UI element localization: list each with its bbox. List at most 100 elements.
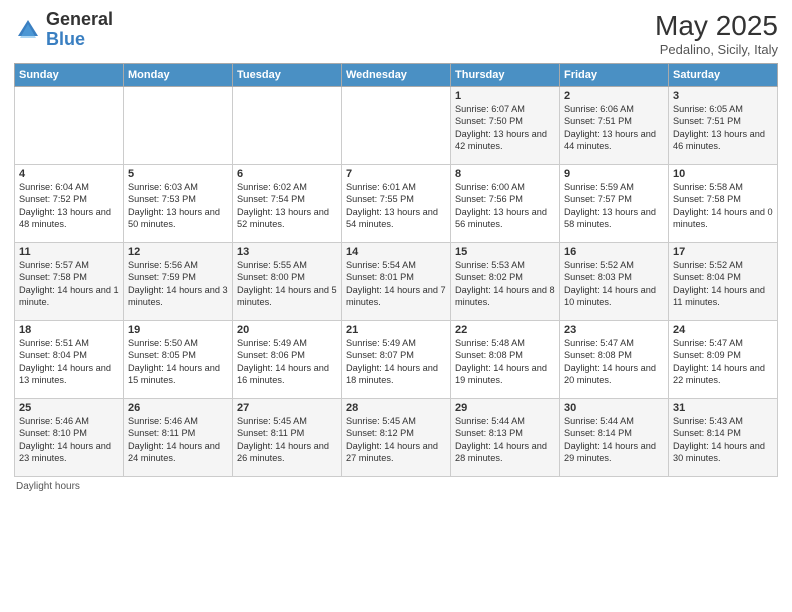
table-row: 23Sunrise: 5:47 AM Sunset: 8:08 PM Dayli… [560, 321, 669, 399]
logo-text: General Blue [46, 10, 113, 50]
logo: General Blue [14, 10, 113, 50]
day-info: Sunrise: 5:49 AM Sunset: 8:06 PM Dayligh… [237, 337, 337, 387]
day-number: 18 [19, 324, 119, 336]
day-info: Sunrise: 6:04 AM Sunset: 7:52 PM Dayligh… [19, 181, 119, 231]
table-row: 9Sunrise: 5:59 AM Sunset: 7:57 PM Daylig… [560, 165, 669, 243]
table-row: 18Sunrise: 5:51 AM Sunset: 8:04 PM Dayli… [15, 321, 124, 399]
day-info: Sunrise: 5:54 AM Sunset: 8:01 PM Dayligh… [346, 259, 446, 309]
table-row [342, 87, 451, 165]
calendar-week-row: 25Sunrise: 5:46 AM Sunset: 8:10 PM Dayli… [15, 399, 778, 477]
table-row [233, 87, 342, 165]
day-number: 16 [564, 246, 664, 258]
day-number: 6 [237, 168, 337, 180]
table-row: 10Sunrise: 5:58 AM Sunset: 7:58 PM Dayli… [669, 165, 778, 243]
day-info: Sunrise: 6:03 AM Sunset: 7:53 PM Dayligh… [128, 181, 228, 231]
table-row: 13Sunrise: 5:55 AM Sunset: 8:00 PM Dayli… [233, 243, 342, 321]
day-info: Sunrise: 5:49 AM Sunset: 8:07 PM Dayligh… [346, 337, 446, 387]
calendar-table: Sunday Monday Tuesday Wednesday Thursday… [14, 63, 778, 477]
day-number: 21 [346, 324, 446, 336]
table-row: 20Sunrise: 5:49 AM Sunset: 8:06 PM Dayli… [233, 321, 342, 399]
day-info: Sunrise: 6:02 AM Sunset: 7:54 PM Dayligh… [237, 181, 337, 231]
day-number: 13 [237, 246, 337, 258]
table-row: 15Sunrise: 5:53 AM Sunset: 8:02 PM Dayli… [451, 243, 560, 321]
day-info: Sunrise: 5:47 AM Sunset: 8:08 PM Dayligh… [564, 337, 664, 387]
table-row: 5Sunrise: 6:03 AM Sunset: 7:53 PM Daylig… [124, 165, 233, 243]
location: Pedalino, Sicily, Italy [655, 42, 778, 57]
day-number: 9 [564, 168, 664, 180]
logo-blue: Blue [46, 29, 85, 49]
day-info: Sunrise: 5:59 AM Sunset: 7:57 PM Dayligh… [564, 181, 664, 231]
day-info: Sunrise: 5:56 AM Sunset: 7:59 PM Dayligh… [128, 259, 228, 309]
day-number: 30 [564, 402, 664, 414]
footer-note: Daylight hours [14, 481, 778, 492]
logo-icon [14, 16, 42, 44]
day-info: Sunrise: 6:06 AM Sunset: 7:51 PM Dayligh… [564, 103, 664, 153]
day-number: 7 [346, 168, 446, 180]
day-info: Sunrise: 5:52 AM Sunset: 8:03 PM Dayligh… [564, 259, 664, 309]
day-number: 22 [455, 324, 555, 336]
day-info: Sunrise: 5:45 AM Sunset: 8:12 PM Dayligh… [346, 415, 446, 465]
col-saturday: Saturday [669, 64, 778, 87]
day-number: 1 [455, 90, 555, 102]
day-info: Sunrise: 5:57 AM Sunset: 7:58 PM Dayligh… [19, 259, 119, 309]
calendar-header-row: Sunday Monday Tuesday Wednesday Thursday… [15, 64, 778, 87]
day-info: Sunrise: 5:44 AM Sunset: 8:13 PM Dayligh… [455, 415, 555, 465]
day-number: 10 [673, 168, 773, 180]
day-info: Sunrise: 5:52 AM Sunset: 8:04 PM Dayligh… [673, 259, 773, 309]
day-number: 14 [346, 246, 446, 258]
col-thursday: Thursday [451, 64, 560, 87]
day-number: 28 [346, 402, 446, 414]
day-info: Sunrise: 5:44 AM Sunset: 8:14 PM Dayligh… [564, 415, 664, 465]
col-tuesday: Tuesday [233, 64, 342, 87]
table-row: 28Sunrise: 5:45 AM Sunset: 8:12 PM Dayli… [342, 399, 451, 477]
table-row [15, 87, 124, 165]
day-number: 23 [564, 324, 664, 336]
table-row: 19Sunrise: 5:50 AM Sunset: 8:05 PM Dayli… [124, 321, 233, 399]
day-number: 24 [673, 324, 773, 336]
table-row: 14Sunrise: 5:54 AM Sunset: 8:01 PM Dayli… [342, 243, 451, 321]
table-row: 22Sunrise: 5:48 AM Sunset: 8:08 PM Dayli… [451, 321, 560, 399]
table-row: 4Sunrise: 6:04 AM Sunset: 7:52 PM Daylig… [15, 165, 124, 243]
day-info: Sunrise: 5:43 AM Sunset: 8:14 PM Dayligh… [673, 415, 773, 465]
table-row: 3Sunrise: 6:05 AM Sunset: 7:51 PM Daylig… [669, 87, 778, 165]
title-block: May 2025 Pedalino, Sicily, Italy [655, 10, 778, 57]
day-number: 31 [673, 402, 773, 414]
table-row: 24Sunrise: 5:47 AM Sunset: 8:09 PM Dayli… [669, 321, 778, 399]
day-info: Sunrise: 5:58 AM Sunset: 7:58 PM Dayligh… [673, 181, 773, 231]
table-row: 12Sunrise: 5:56 AM Sunset: 7:59 PM Dayli… [124, 243, 233, 321]
table-row [124, 87, 233, 165]
day-info: Sunrise: 5:45 AM Sunset: 8:11 PM Dayligh… [237, 415, 337, 465]
day-number: 29 [455, 402, 555, 414]
col-friday: Friday [560, 64, 669, 87]
day-info: Sunrise: 5:50 AM Sunset: 8:05 PM Dayligh… [128, 337, 228, 387]
month-title: May 2025 [655, 10, 778, 42]
day-info: Sunrise: 5:47 AM Sunset: 8:09 PM Dayligh… [673, 337, 773, 387]
day-number: 19 [128, 324, 228, 336]
table-row: 29Sunrise: 5:44 AM Sunset: 8:13 PM Dayli… [451, 399, 560, 477]
table-row: 1Sunrise: 6:07 AM Sunset: 7:50 PM Daylig… [451, 87, 560, 165]
table-row: 16Sunrise: 5:52 AM Sunset: 8:03 PM Dayli… [560, 243, 669, 321]
table-row: 2Sunrise: 6:06 AM Sunset: 7:51 PM Daylig… [560, 87, 669, 165]
day-info: Sunrise: 5:48 AM Sunset: 8:08 PM Dayligh… [455, 337, 555, 387]
table-row: 30Sunrise: 5:44 AM Sunset: 8:14 PM Dayli… [560, 399, 669, 477]
day-info: Sunrise: 5:55 AM Sunset: 8:00 PM Dayligh… [237, 259, 337, 309]
table-row: 6Sunrise: 6:02 AM Sunset: 7:54 PM Daylig… [233, 165, 342, 243]
col-wednesday: Wednesday [342, 64, 451, 87]
day-info: Sunrise: 5:46 AM Sunset: 8:10 PM Dayligh… [19, 415, 119, 465]
day-number: 15 [455, 246, 555, 258]
logo-general: General [46, 9, 113, 29]
page-header: General Blue May 2025 Pedalino, Sicily, … [14, 10, 778, 57]
day-number: 12 [128, 246, 228, 258]
day-number: 20 [237, 324, 337, 336]
calendar-week-row: 1Sunrise: 6:07 AM Sunset: 7:50 PM Daylig… [15, 87, 778, 165]
table-row: 31Sunrise: 5:43 AM Sunset: 8:14 PM Dayli… [669, 399, 778, 477]
table-row: 11Sunrise: 5:57 AM Sunset: 7:58 PM Dayli… [15, 243, 124, 321]
day-number: 3 [673, 90, 773, 102]
day-info: Sunrise: 5:51 AM Sunset: 8:04 PM Dayligh… [19, 337, 119, 387]
day-info: Sunrise: 5:46 AM Sunset: 8:11 PM Dayligh… [128, 415, 228, 465]
day-info: Sunrise: 6:00 AM Sunset: 7:56 PM Dayligh… [455, 181, 555, 231]
calendar-week-row: 18Sunrise: 5:51 AM Sunset: 8:04 PM Dayli… [15, 321, 778, 399]
day-number: 27 [237, 402, 337, 414]
day-info: Sunrise: 5:53 AM Sunset: 8:02 PM Dayligh… [455, 259, 555, 309]
day-info: Sunrise: 6:07 AM Sunset: 7:50 PM Dayligh… [455, 103, 555, 153]
